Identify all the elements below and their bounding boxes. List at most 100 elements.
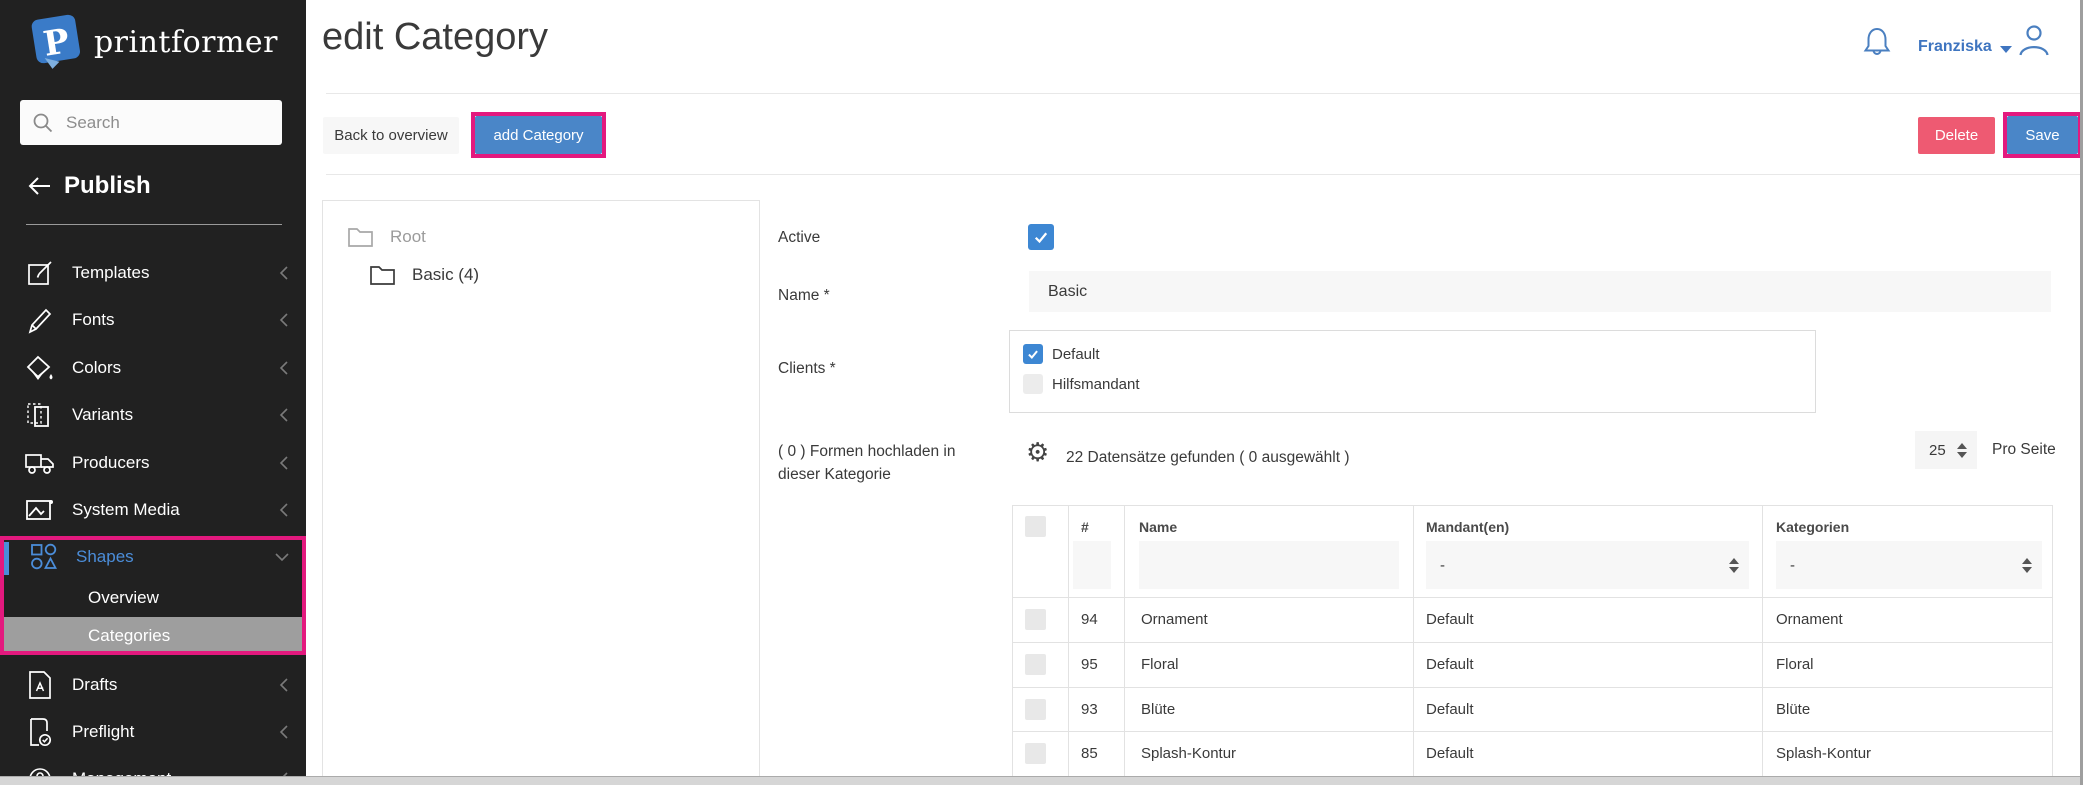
per-page-value: 25 [1929,442,1946,459]
sidebar-item-label: Drafts [72,675,117,695]
save-button[interactable]: Save [2007,116,2078,154]
preflight-check-document-icon [24,717,56,747]
user-name[interactable]: Franziska [1918,38,1992,56]
sidebar-item-label: Categories [88,626,170,646]
delete-label: Delete [1935,127,1978,144]
chevron-left-icon [278,360,290,376]
filter-input-id[interactable] [1073,541,1111,589]
row-divider [1013,687,2052,688]
header-divider [326,93,2083,94]
cell-mandant: Default [1426,745,1474,762]
sidebar-item-drafts[interactable]: Drafts [0,661,306,708]
sidebar-item-overview[interactable]: Overview [0,579,306,617]
client-checkbox-checked[interactable] [1023,344,1043,364]
row-checkbox[interactable] [1025,609,1046,630]
filter-select-mandant[interactable]: - [1426,541,1749,589]
client-option-label: Default [1052,346,1100,363]
sidebar-item-label: System Media [72,500,180,520]
user-avatar-icon[interactable] [2016,22,2052,58]
clients-label: Clients * [778,360,836,378]
row-divider [1013,597,2052,598]
sidebar-item-system-media[interactable]: System Media [0,486,306,533]
tree-node-basic[interactable]: Basic (4) [369,263,479,286]
toolbar-divider [326,174,2083,175]
name-input[interactable]: Basic [1029,271,2051,312]
sidebar-item-variants[interactable]: Variants [0,391,306,438]
tree-node-root[interactable]: Root [347,225,426,248]
folder-icon [347,225,374,248]
gear-icon[interactable]: ⚙ [1026,438,1049,468]
upload-note: ( 0 ) Formen hochladen in dieser Kategor… [778,440,955,486]
save-label: Save [2025,127,2059,144]
cell-kategorien: Blüte [1776,701,1810,718]
user-menu-caret-icon[interactable] [2000,46,2012,53]
sidebar-item-fonts[interactable]: Fonts [0,296,306,343]
sidebar-item-categories[interactable]: Categories [0,617,306,655]
active-checkbox[interactable] [1028,224,1054,250]
chevron-left-icon [278,265,290,281]
cell-name: Floral [1141,656,1179,673]
sidebar-item-preflight[interactable]: Preflight [0,708,306,755]
sidebar-item-templates[interactable]: Templates [0,249,306,296]
filter-select-kategorien[interactable]: - [1776,541,2042,589]
colors-icon [24,353,56,383]
printformer-logo[interactable]: P printformer [0,12,306,72]
cell-id: 85 [1081,745,1098,762]
column-header-mandant: Mandant(en) [1426,519,1509,535]
chevron-left-icon [278,502,290,518]
cell-mandant: Default [1426,701,1474,718]
cell-name: Ornament [1141,611,1208,628]
search-input[interactable] [64,112,270,134]
per-page-select[interactable]: 25 [1915,431,1977,469]
producers-truck-icon [24,448,56,478]
highlight-annotation-add-category: add Category [471,112,606,158]
row-checkbox[interactable] [1025,654,1046,675]
client-option-hilfsmandant[interactable]: Hilfsmandant [1023,374,1140,394]
name-input-value: Basic [1048,283,1087,301]
sidebar-search [20,100,282,145]
sidebar: P printformer Publish Templates [0,0,306,785]
delete-button[interactable]: Delete [1918,117,1995,154]
shapes-icon [28,542,60,572]
column-header-kategorien: Kategorien [1776,519,1849,535]
back-to-overview-button[interactable]: Back to overview [323,117,459,154]
cell-kategorien: Floral [1776,656,1814,673]
cell-name: Splash-Kontur [1141,745,1236,762]
sidebar-item-producers[interactable]: Producers [0,439,306,486]
spinner-icon [1957,443,1967,458]
back-to-overview-label: Back to overview [334,127,447,144]
upload-note-line1: ( 0 ) Formen hochladen in [778,440,955,463]
filter-select-value: - [1440,557,1445,574]
records-info: 22 Datensätze gefunden ( 0 ausgewählt ) [1066,449,1350,467]
publish-section-header[interactable]: Publish [26,172,151,200]
row-checkbox[interactable] [1025,699,1046,720]
sidebar-item-label: Overview [88,588,159,608]
client-checkbox-unchecked[interactable] [1023,374,1043,394]
page-title: edit Category [322,16,548,59]
chevron-left-icon [278,455,290,471]
spinner-icon [2022,558,2032,573]
add-category-label: add Category [493,127,583,144]
cell-mandant: Default [1426,656,1474,673]
sidebar-item-shapes[interactable]: Shapes [0,535,306,579]
active-label: Active [778,229,820,247]
cell-id: 93 [1081,701,1098,718]
select-all-checkbox[interactable] [1025,516,1046,537]
fonts-icon [24,305,56,335]
cell-kategorien: Splash-Kontur [1776,745,1871,762]
sidebar-item-colors[interactable]: Colors [0,344,306,391]
sidebar-item-label: Shapes [76,547,134,567]
add-category-button[interactable]: add Category [475,116,602,154]
logo-text: printformer [94,25,278,60]
cell-kategorien: Ornament [1776,611,1843,628]
upload-note-line2: dieser Kategorie [778,463,955,486]
column-header-name: Name [1139,519,1177,535]
filter-input-name[interactable] [1139,541,1399,589]
sidebar-item-label: Preflight [72,722,134,742]
variants-icon [24,400,56,430]
notifications-bell-icon[interactable] [1862,26,1892,59]
category-tree-panel: Root Basic (4) [322,200,760,785]
client-option-default[interactable]: Default [1023,344,1100,364]
row-checkbox[interactable] [1025,743,1046,764]
system-media-image-icon [24,495,56,525]
